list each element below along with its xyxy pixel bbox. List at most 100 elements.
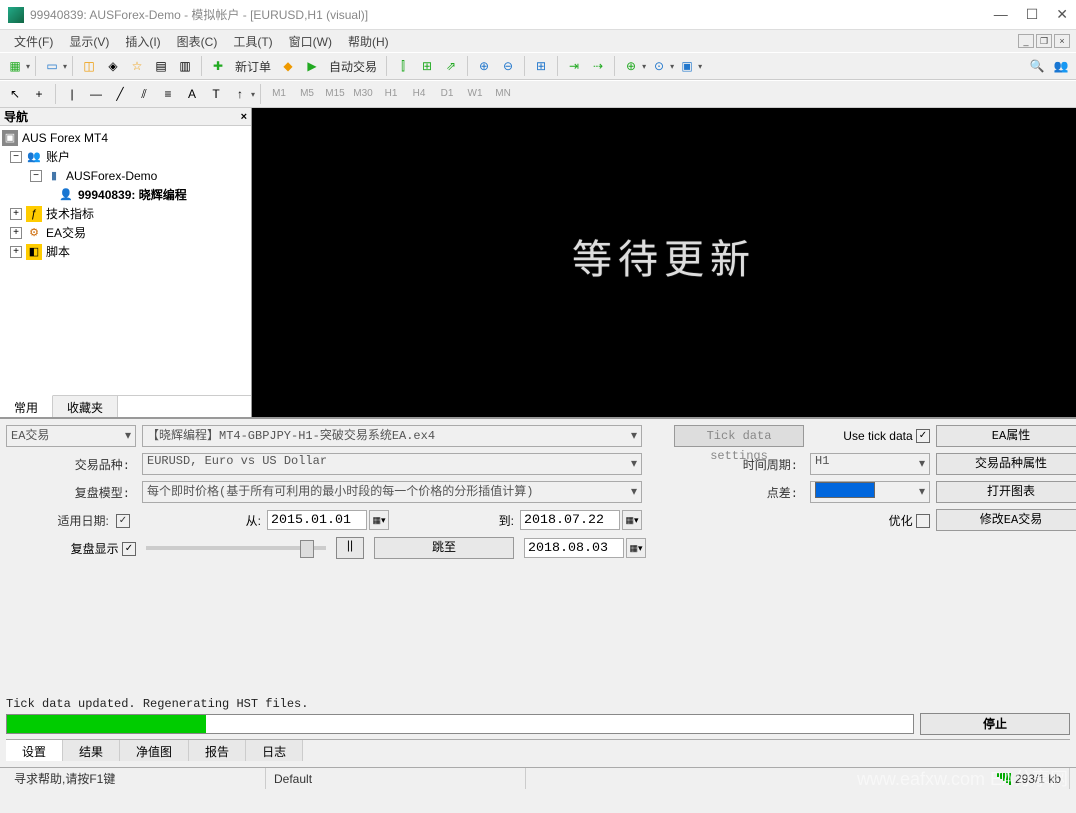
- tree-user[interactable]: 👤99940839: 晓辉编程: [2, 185, 249, 204]
- hline-icon[interactable]: —: [85, 83, 107, 105]
- text-label-icon[interactable]: A: [181, 83, 203, 105]
- use-tick-data-checkbox[interactable]: ✓: [916, 429, 930, 443]
- trendline-icon[interactable]: ╱: [109, 83, 131, 105]
- symbol-properties-button[interactable]: 交易品种属性: [936, 453, 1076, 475]
- chart-area[interactable]: 等待更新: [252, 108, 1076, 417]
- tf-m15[interactable]: M15: [322, 85, 348, 103]
- cursor-icon[interactable]: ↖: [4, 83, 26, 105]
- equidistant-icon[interactable]: ⫽: [133, 83, 155, 105]
- menu-view[interactable]: 显示(V): [61, 33, 117, 50]
- navigator-close-icon[interactable]: ×: [241, 111, 247, 123]
- menu-charts[interactable]: 图表(C): [169, 33, 226, 50]
- tf-m1[interactable]: M1: [266, 85, 292, 103]
- text-icon[interactable]: T: [205, 83, 227, 105]
- crosshair-icon[interactable]: +: [28, 83, 50, 105]
- period-select[interactable]: H1: [810, 453, 930, 475]
- nav-tab-favorites[interactable]: 收藏夹: [53, 396, 118, 417]
- mdi-close-button[interactable]: ×: [1054, 34, 1070, 48]
- jump-date-picker-icon[interactable]: ▦▾: [626, 538, 646, 558]
- auto-trading-button[interactable]: 自动交易: [325, 58, 381, 75]
- minimize-button[interactable]: —: [994, 6, 1008, 23]
- tf-mn[interactable]: MN: [490, 85, 516, 103]
- close-button[interactable]: ✕: [1056, 6, 1068, 23]
- model-select[interactable]: 每个即时价格(基于所有可利用的最小时段的每一个价格的分形插值计算): [142, 481, 642, 503]
- menu-help[interactable]: 帮助(H): [340, 33, 397, 50]
- mdi-restore-button[interactable]: ❐: [1036, 34, 1052, 48]
- zoom-in-icon[interactable]: ⊕: [473, 55, 495, 77]
- symbol-select[interactable]: EURUSD, Euro vs US Dollar: [142, 453, 642, 475]
- pause-button[interactable]: ||: [336, 537, 364, 559]
- tester-tab-graph[interactable]: 净值图: [120, 740, 189, 761]
- from-label: 从:: [142, 512, 261, 529]
- auto-scroll-icon[interactable]: ⇢: [587, 55, 609, 77]
- stop-button[interactable]: 停止: [920, 713, 1070, 735]
- community-icon[interactable]: 👥: [1050, 55, 1072, 77]
- tree-ea[interactable]: +⚙EA交易: [2, 223, 249, 242]
- tf-h1[interactable]: H1: [378, 85, 404, 103]
- open-chart-button[interactable]: 打开图表: [936, 481, 1076, 503]
- from-date-input[interactable]: [267, 510, 367, 530]
- terminal-icon[interactable]: ▤: [150, 55, 172, 77]
- menu-window[interactable]: 窗口(W): [281, 33, 340, 50]
- vline-icon[interactable]: |: [61, 83, 83, 105]
- tf-d1[interactable]: D1: [434, 85, 460, 103]
- periods-icon[interactable]: ⊙: [648, 55, 670, 77]
- tree-scripts[interactable]: +◧脚本: [2, 242, 249, 261]
- mdi-minimize-button[interactable]: _: [1018, 34, 1034, 48]
- fibonacci-icon[interactable]: ≡: [157, 83, 179, 105]
- market-watch-icon[interactable]: ◫: [78, 55, 100, 77]
- tree-root[interactable]: ▣AUS Forex MT4: [2, 128, 249, 147]
- shift-end-icon[interactable]: ⇥: [563, 55, 585, 77]
- status-profile[interactable]: Default: [266, 768, 526, 789]
- autotrade-icon[interactable]: ▶: [301, 55, 323, 77]
- spread-select[interactable]: [810, 481, 930, 503]
- ea-properties-button[interactable]: EA属性: [936, 425, 1076, 447]
- tester-tab-journal[interactable]: 日志: [246, 740, 303, 761]
- tf-m5[interactable]: M5: [294, 85, 320, 103]
- modify-ea-button[interactable]: 修改EA交易: [936, 509, 1076, 531]
- jump-date-input[interactable]: [524, 538, 624, 558]
- tf-m30[interactable]: M30: [350, 85, 376, 103]
- tester-tab-results[interactable]: 结果: [63, 740, 120, 761]
- tick-data-settings-button[interactable]: Tick data settings: [674, 425, 804, 447]
- tester-tab-report[interactable]: 报告: [189, 740, 246, 761]
- maximize-button[interactable]: ☐: [1026, 6, 1039, 23]
- new-chart-icon[interactable]: ▦: [4, 55, 26, 77]
- candle-chart-icon[interactable]: ⊞: [416, 55, 438, 77]
- tree-server[interactable]: −▮AUSForex-Demo: [2, 166, 249, 185]
- use-date-checkbox[interactable]: ✓: [116, 514, 130, 528]
- to-date-picker-icon[interactable]: ▦▾: [622, 510, 642, 530]
- indicators-icon[interactable]: ⊕: [620, 55, 642, 77]
- templates-icon[interactable]: ▣: [676, 55, 698, 77]
- tree-indicators[interactable]: +ƒ技术指标: [2, 204, 249, 223]
- tree-accounts[interactable]: −👥账户: [2, 147, 249, 166]
- menu-file[interactable]: 文件(F): [6, 33, 61, 50]
- nav-tab-common[interactable]: 常用: [0, 395, 53, 417]
- metaeditor-icon[interactable]: ◆: [277, 55, 299, 77]
- data-window-icon[interactable]: ◈: [102, 55, 124, 77]
- speed-slider[interactable]: [146, 546, 326, 550]
- visual-mode-checkbox[interactable]: ✓: [122, 542, 136, 556]
- arrows-icon[interactable]: ↑: [229, 83, 251, 105]
- jump-to-button[interactable]: 跳至: [374, 537, 514, 559]
- menu-tools[interactable]: 工具(T): [225, 33, 280, 50]
- tester-tab-settings[interactable]: 设置: [6, 740, 63, 761]
- tile-icon[interactable]: ⊞: [530, 55, 552, 77]
- menu-insert[interactable]: 插入(I): [117, 33, 168, 50]
- tester-type-select[interactable]: EA交易: [6, 425, 136, 447]
- bar-chart-icon[interactable]: ⫿: [392, 55, 414, 77]
- zoom-out-icon[interactable]: ⊖: [497, 55, 519, 77]
- search-icon[interactable]: 🔍: [1026, 55, 1048, 77]
- to-date-input[interactable]: [520, 510, 620, 530]
- profiles-icon[interactable]: ▭: [41, 55, 63, 77]
- navigator-icon[interactable]: ☆: [126, 55, 148, 77]
- new-order-icon[interactable]: ✚: [207, 55, 229, 77]
- tester-ea-select[interactable]: 【晓辉编程】MT4-GBPJPY-H1-突破交易系统EA.ex4: [142, 425, 642, 447]
- tester-icon[interactable]: ▥: [174, 55, 196, 77]
- tf-w1[interactable]: W1: [462, 85, 488, 103]
- from-date-picker-icon[interactable]: ▦▾: [369, 510, 389, 530]
- new-order-button[interactable]: 新订单: [231, 58, 275, 75]
- line-chart-icon[interactable]: ⇗: [440, 55, 462, 77]
- optimize-checkbox[interactable]: [916, 514, 930, 528]
- tf-h4[interactable]: H4: [406, 85, 432, 103]
